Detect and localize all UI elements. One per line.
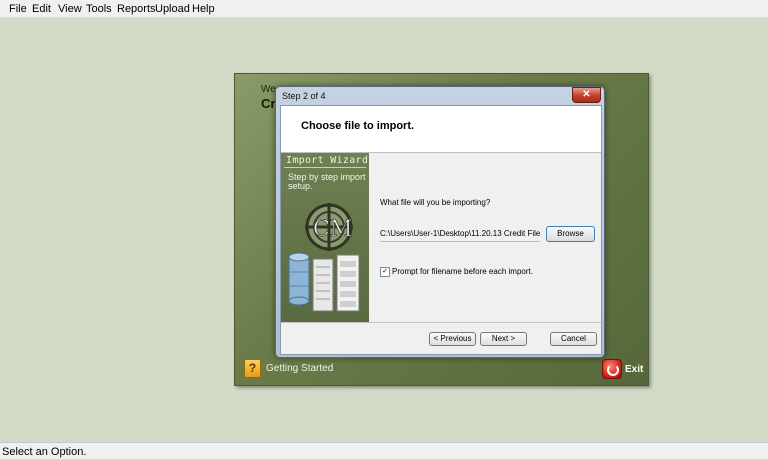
side-divider bbox=[284, 167, 366, 168]
welcome-text: We bbox=[261, 84, 276, 95]
menu-tools[interactable]: Tools bbox=[86, 3, 112, 15]
side-panel-description: Step by step import setup. bbox=[288, 172, 366, 191]
menu-file[interactable]: File bbox=[9, 3, 27, 15]
menu-view[interactable]: View bbox=[58, 3, 82, 15]
wizard-side-panel: Import Wizard Step by step import setup.… bbox=[281, 153, 369, 322]
wizard-header: Choose file to import. bbox=[281, 106, 601, 153]
prompt-filename-label: Prompt for filename before each import. bbox=[392, 267, 533, 276]
file-path-field[interactable]: C:\Users\User-1\Desktop\11.20.13 Credit … bbox=[380, 227, 540, 242]
prompt-filename-checkbox[interactable]: ✓ bbox=[380, 267, 390, 277]
menu-help[interactable]: Help bbox=[192, 3, 215, 15]
status-bar: Select an Option. bbox=[0, 442, 768, 459]
help-icon[interactable]: ? bbox=[244, 359, 261, 378]
menu-reports[interactable]: Reports bbox=[117, 3, 156, 15]
dialog-client-area: Choose file to import. Import Wizard Ste… bbox=[280, 105, 602, 355]
menu-edit[interactable]: Edit bbox=[32, 3, 51, 15]
wizard-form-area: What file will you be importing? C:\User… bbox=[370, 153, 601, 322]
dialog-title: Step 2 of 4 bbox=[282, 91, 326, 101]
getting-started-link[interactable]: Getting Started bbox=[266, 363, 333, 374]
cancel-button[interactable]: Cancel bbox=[550, 332, 597, 346]
import-wizard-dialog: Step 2 of 4 ✕ Choose file to import. Imp… bbox=[275, 86, 605, 358]
menu-upload[interactable]: Upload bbox=[155, 3, 190, 15]
previous-button[interactable]: < Previous bbox=[429, 332, 476, 346]
power-icon[interactable] bbox=[602, 359, 622, 379]
cm-logo-graphic: CM bbox=[288, 203, 360, 312]
step-heading: Choose file to import. bbox=[301, 120, 415, 132]
browse-button[interactable]: Browse bbox=[546, 226, 595, 242]
footer-divider bbox=[281, 322, 601, 323]
file-question-label: What file will you be importing? bbox=[380, 198, 491, 207]
next-button[interactable]: Next > bbox=[480, 332, 527, 346]
menu-bar: File Edit View Tools Reports Upload Help bbox=[0, 0, 768, 18]
exit-link[interactable]: Exit bbox=[625, 364, 643, 375]
side-panel-title: Import Wizard bbox=[286, 155, 369, 166]
status-text: Select an Option. bbox=[2, 446, 87, 458]
logo-text: CM bbox=[313, 217, 352, 242]
close-button[interactable]: ✕ bbox=[572, 87, 601, 103]
